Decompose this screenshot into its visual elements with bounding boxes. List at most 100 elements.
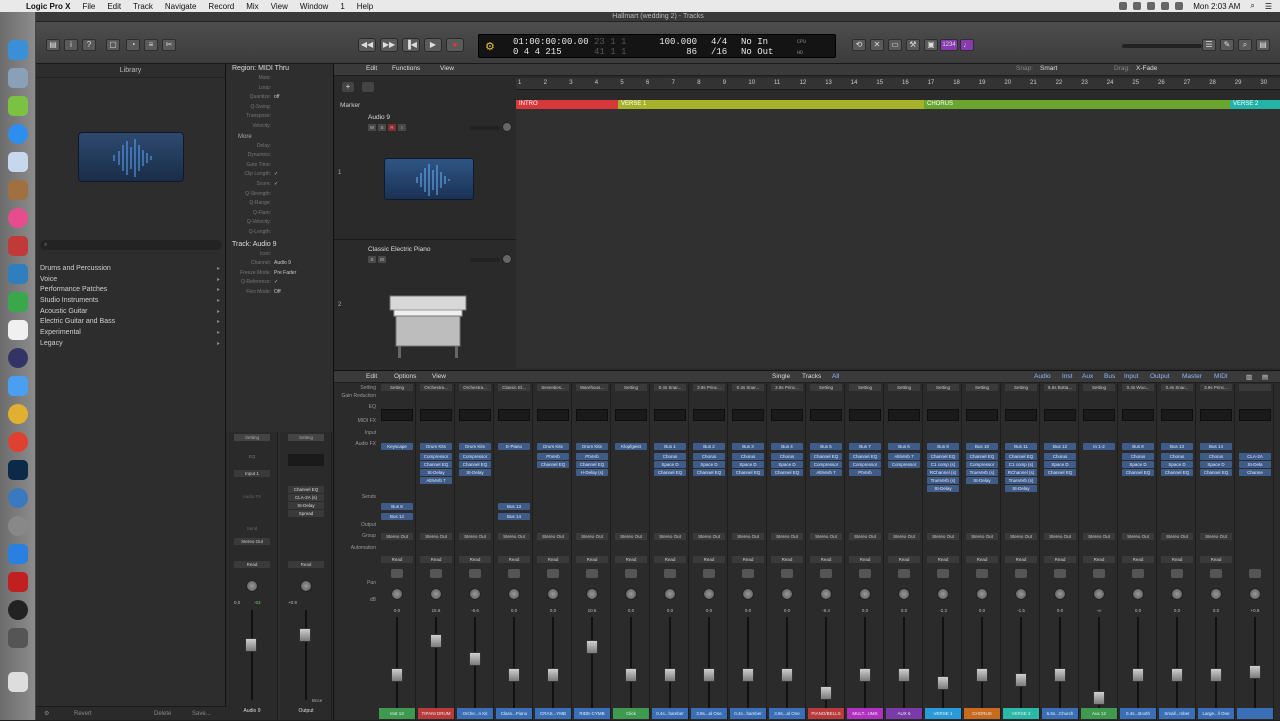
audio-fx-slot[interactable]: Compressor <box>459 453 491 460</box>
eq-thumbnail[interactable] <box>381 409 413 421</box>
marker[interactable]: VERSE 1 <box>618 100 924 109</box>
marker[interactable]: INTRO <box>516 100 618 109</box>
marker[interactable]: VERSE 2 <box>1230 100 1280 109</box>
volume-fader[interactable] <box>430 634 442 649</box>
setting-button[interactable]: 3.9s Princ... <box>771 384 803 391</box>
volume-fader[interactable] <box>547 667 559 682</box>
filter-output[interactable]: Output <box>1150 373 1170 380</box>
input-slot[interactable]: Bus 6 <box>888 443 920 450</box>
tuner-icon[interactable]: ⚒ <box>906 39 920 51</box>
pan-knob[interactable] <box>976 588 988 600</box>
output-slot[interactable]: Stereo Out <box>420 533 452 540</box>
menu-track[interactable]: Track <box>133 2 153 11</box>
inspector-param-row[interactable]: Quantize: off <box>226 93 333 103</box>
output-slot[interactable]: Stereo Out <box>1161 533 1193 540</box>
audio-fx-slot[interactable]: PtVerb <box>537 453 569 460</box>
eq-thumbnail[interactable] <box>1005 409 1037 421</box>
output-slot[interactable]: Stereo Out <box>654 533 686 540</box>
eq-thumbnail[interactable] <box>771 409 803 421</box>
eq-thumbnail[interactable] <box>732 409 764 421</box>
pan-knob[interactable] <box>586 588 598 600</box>
setting-button[interactable]: 0.4s Woo... <box>1122 384 1154 391</box>
output-slot[interactable]: Stereo Out <box>732 533 764 540</box>
facetime-icon[interactable] <box>8 292 28 312</box>
fx-slot[interactable]: Channel EQ <box>288 486 324 493</box>
eq-thumbnail[interactable] <box>615 409 647 421</box>
volume-fader[interactable] <box>245 638 257 652</box>
output-slot[interactable]: Stereo Out <box>771 533 803 540</box>
inspector-param-row[interactable]: Velocity: <box>226 122 333 132</box>
filter-bus[interactable]: Bus <box>1104 373 1115 380</box>
strip-narrow-icon[interactable]: ▤ <box>1262 373 1268 381</box>
audio-fx-slot[interactable]: Channel EQ <box>1200 469 1232 476</box>
audio-fx-slot[interactable]: Chorus <box>693 453 725 460</box>
input-slot[interactable]: Bus 7 <box>849 443 881 450</box>
automation-mode[interactable]: Read <box>498 556 530 563</box>
input-slot[interactable]: Bus 1 <box>654 443 686 450</box>
input-slot[interactable]: Bus 3 <box>732 443 764 450</box>
automation-mode[interactable]: Read <box>1044 556 1076 563</box>
pan-knob[interactable] <box>703 588 715 600</box>
menu-1[interactable]: 1 <box>340 2 344 11</box>
volume-fader[interactable] <box>299 628 311 642</box>
audio-fx-slot[interactable]: PtVerb <box>849 469 881 476</box>
input-slot[interactable]: Bus 13 <box>1161 443 1193 450</box>
app-menu[interactable]: Logic Pro X <box>26 2 70 11</box>
automation-mode[interactable]: Read <box>1122 556 1154 563</box>
library-category[interactable]: Drums and Percussion <box>40 264 222 275</box>
inspector-param-row[interactable]: Q-Length: <box>226 228 333 238</box>
audio-fx-slot[interactable]: Compressor <box>849 461 881 468</box>
automation-mode[interactable]: Read <box>732 556 764 563</box>
inspector-param-row[interactable]: Transpose: <box>226 112 333 122</box>
audio-fx-slot[interactable]: St-Delay <box>459 469 491 476</box>
mixer-button[interactable]: ≡ <box>144 39 158 51</box>
input-slot[interactable]: Keyscape <box>381 443 413 450</box>
pan-knob[interactable] <box>391 588 403 600</box>
more-header[interactable]: More <box>226 132 333 142</box>
output-slot[interactable]: Stereo Out <box>1044 533 1076 540</box>
input-slot[interactable]: Bus 12 <box>1044 443 1076 450</box>
marker[interactable]: CHORUS <box>924 100 1230 109</box>
audio-fx-slot[interactable]: Compressor <box>966 461 998 468</box>
master-volume-slider[interactable] <box>1122 44 1202 48</box>
volume-fader[interactable] <box>469 652 481 667</box>
volume-fader[interactable] <box>1015 673 1027 688</box>
setting-button[interactable]: Setting <box>927 384 959 391</box>
menu-view[interactable]: View <box>271 2 288 11</box>
setting-button[interactable]: Setting <box>849 384 881 391</box>
track-pan-knob[interactable] <box>502 254 512 264</box>
output-slot[interactable]: Stereo Out <box>1200 533 1232 540</box>
pan-knob[interactable] <box>1093 588 1105 600</box>
inspector-param-row[interactable]: Loop: <box>226 84 333 94</box>
automation-mode[interactable]: Read <box>966 556 998 563</box>
inspector-param-row[interactable]: Q-Reference: ✓ <box>226 278 333 288</box>
dictionary-icon[interactable] <box>8 236 28 256</box>
track-name[interactable]: Classic Electric Piano <box>368 246 431 253</box>
chrome-icon[interactable] <box>8 432 28 452</box>
lcd-display[interactable]: ⚙ 01:00:00:00.00 0 4 4 215 23 1 1 41 1 1 1… <box>478 34 836 58</box>
audio-fx-slot[interactable]: Space D <box>1044 461 1076 468</box>
inspector-param-row[interactable]: Q-Strength: <box>226 190 333 200</box>
eq-thumbnail[interactable] <box>1083 409 1115 421</box>
menu-edit[interactable]: Edit <box>107 2 121 11</box>
setting-button[interactable]: 3.9s Princ... <box>1200 384 1232 391</box>
app-icon[interactable] <box>8 488 28 508</box>
volume-fader[interactable] <box>586 640 598 655</box>
tray-icon[interactable] <box>1133 2 1142 10</box>
setting-button[interactable]: 6.6s Botta... <box>1044 384 1076 391</box>
library-category[interactable]: Legacy <box>40 339 222 350</box>
list-editors-button[interactable]: ☰ <box>1202 39 1216 51</box>
mixer-options-menu[interactable]: Options <box>394 373 416 380</box>
menu-record[interactable]: Record <box>208 2 234 11</box>
add-track-button[interactable]: + <box>342 82 354 92</box>
library-category[interactable]: Acoustic Guitar <box>40 307 222 318</box>
fx-slot[interactable]: St-Delay <box>288 502 324 509</box>
safari-icon[interactable] <box>8 124 28 144</box>
inspector-param-row[interactable]: Q-Flam: <box>226 209 333 219</box>
output-slot[interactable]: Stereo Out <box>1083 533 1115 540</box>
param-value[interactable]: Pre Fader <box>274 269 296 279</box>
solo-button[interactable]: S <box>368 256 376 263</box>
volume-fader[interactable] <box>1249 665 1261 680</box>
audio-fx-slot[interactable]: Channel EQ <box>420 461 452 468</box>
automation-mode[interactable]: Read <box>810 556 842 563</box>
